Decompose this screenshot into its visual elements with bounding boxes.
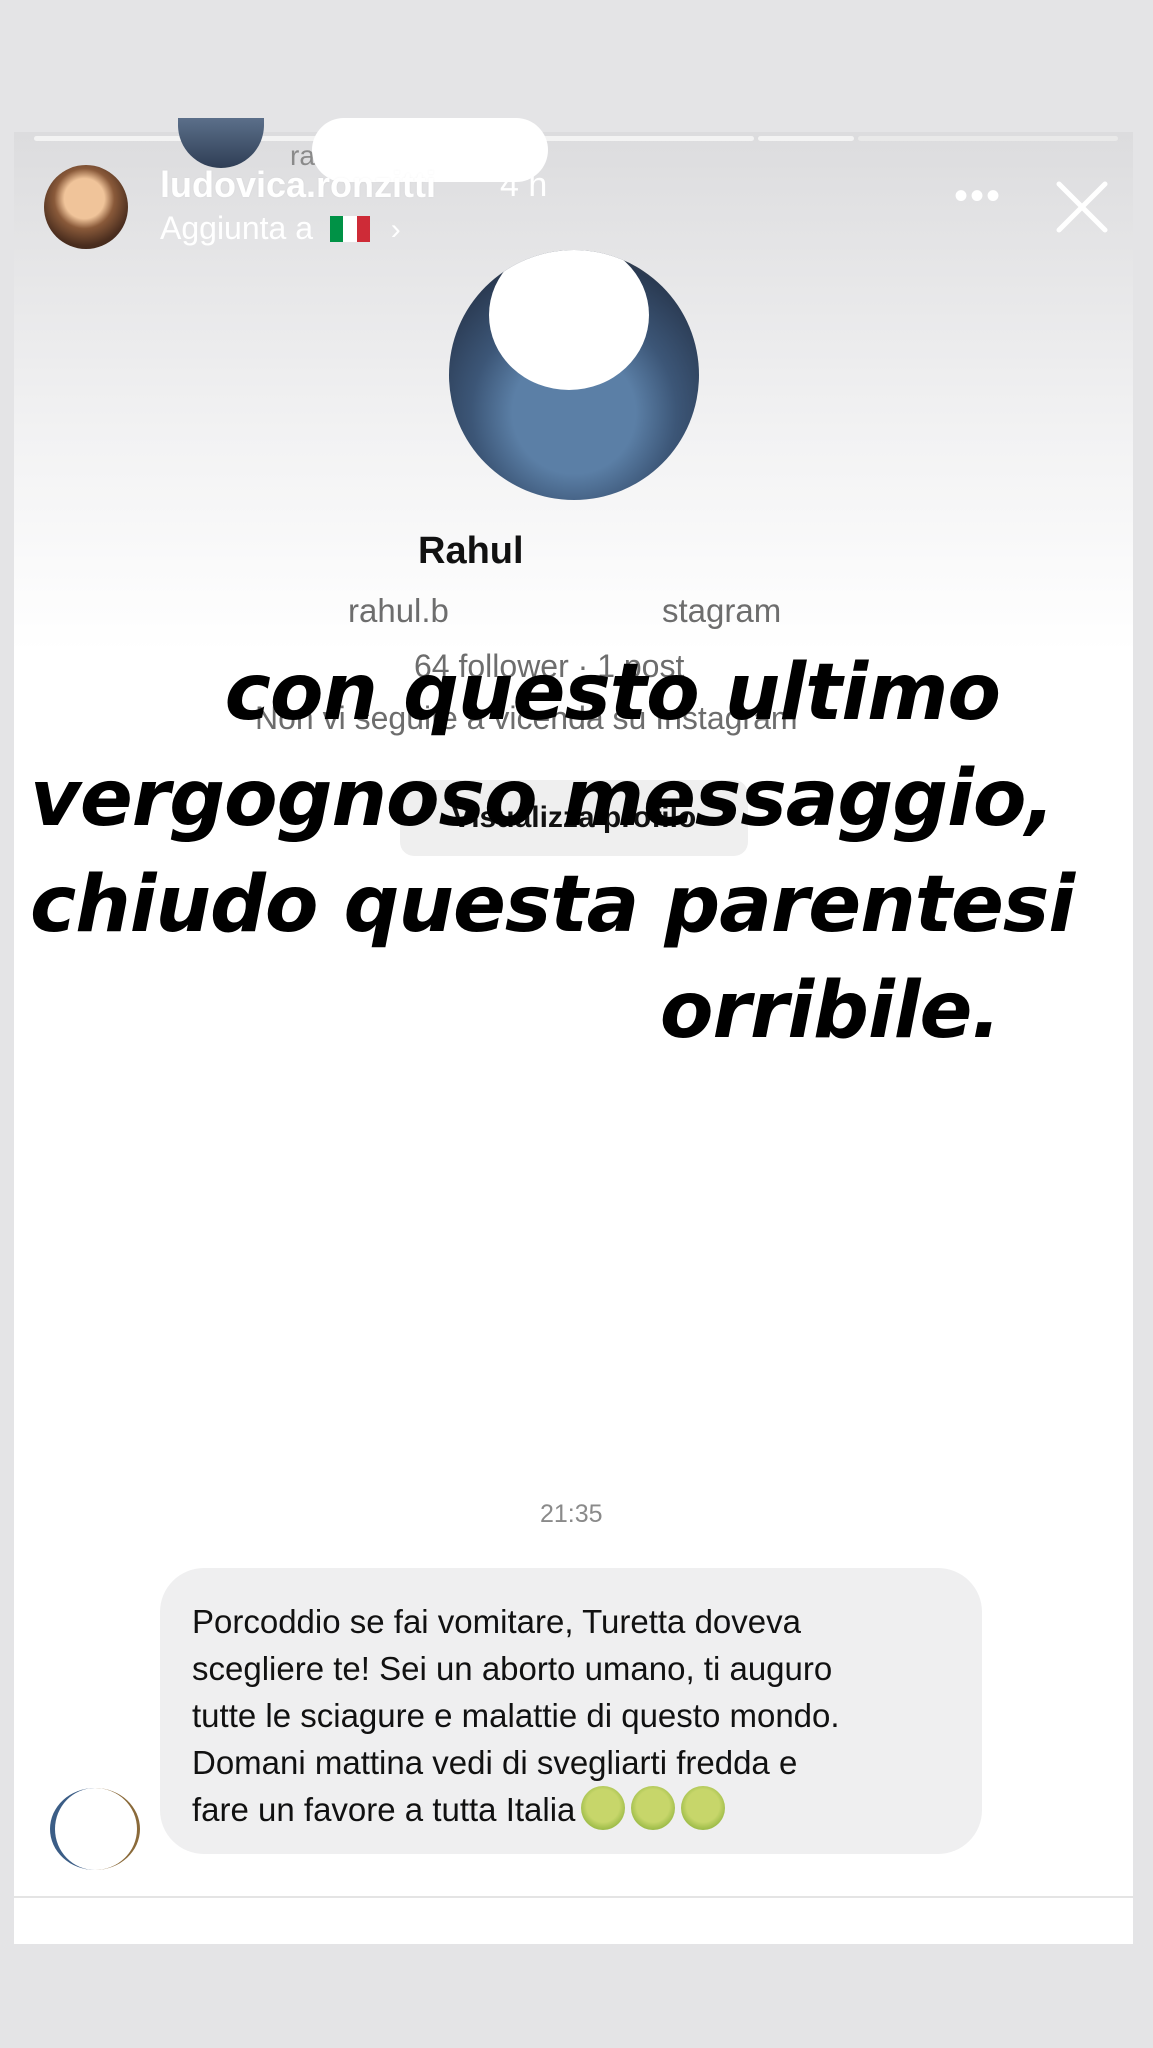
overlay-line: vergognoso messaggio, <box>30 754 1055 844</box>
message-line: Domani mattina vedi di svegliarti fredda… <box>192 1744 798 1781</box>
sender-avatar[interactable] <box>50 1788 140 1870</box>
story-username[interactable]: ludovica.ronzitti <box>160 164 436 206</box>
nauseated-face-icon <box>631 1786 676 1830</box>
bottom-divider <box>14 1896 1133 1898</box>
nauseated-face-icon <box>581 1786 626 1830</box>
dm-profile-picture[interactable] <box>449 250 699 500</box>
dm-profile-handle-tail: stagram <box>662 592 782 629</box>
close-button[interactable] <box>1053 178 1111 236</box>
message-line-last: fare un favore a tutta Italia <box>192 1786 950 1833</box>
added-to-highlight[interactable]: Aggiunta a › <box>160 210 401 247</box>
story-text-overlay: con questo ultimo vergognoso messaggio, … <box>30 640 1075 1064</box>
story-progress-bar <box>758 136 854 141</box>
overlay-line: chiudo questa parentesi <box>30 860 1075 950</box>
dm-profile-name: Rahul <box>418 530 524 572</box>
message-line-text: fare un favore a tutta Italia <box>192 1791 576 1828</box>
overlay-line: con questo ultimo <box>224 648 1001 738</box>
message-bubble[interactable]: Porcoddio se fai vomitare, Turetta dovev… <box>160 1568 982 1854</box>
close-icon <box>1056 181 1108 233</box>
redaction-mark <box>489 250 649 390</box>
message-line: scegliere te! Sei un aborto umano, ti au… <box>192 1650 833 1687</box>
overlay-line: orribile. <box>659 966 1001 1056</box>
message-line: tutte le sciagure e malattie di questo m… <box>192 1697 840 1734</box>
more-options-button[interactable]: ••• <box>954 176 1002 216</box>
story-user-avatar[interactable] <box>44 165 128 249</box>
story-progress-bar <box>858 136 1118 141</box>
story-age: 4 h <box>500 166 548 204</box>
chevron-right-icon: › <box>390 213 401 246</box>
italy-flag-icon <box>329 213 370 242</box>
added-to-label: Aggiunta a <box>160 210 314 246</box>
dm-profile-handle: rahul.b <box>348 592 449 629</box>
message-timestamp: 21:35 <box>540 1500 603 1528</box>
nauseated-face-icon <box>681 1786 726 1830</box>
message-line: Porcoddio se fai vomitare, Turetta dovev… <box>192 1603 801 1640</box>
